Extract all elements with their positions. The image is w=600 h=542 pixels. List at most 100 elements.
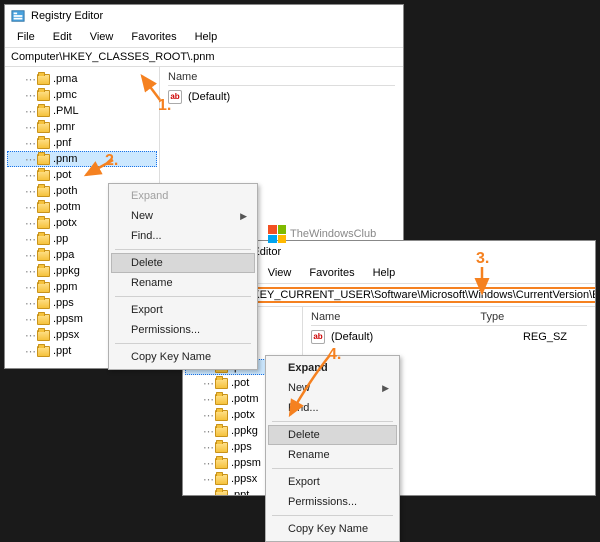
separator xyxy=(115,249,251,250)
folder-icon xyxy=(37,234,50,245)
value-type: REG_SZ xyxy=(523,331,567,343)
tree-expand-icon: ⋯ xyxy=(25,137,35,150)
menu-favorites[interactable]: Favorites xyxy=(301,265,362,281)
folder-icon xyxy=(37,250,50,261)
value-name: (Default) xyxy=(331,331,373,343)
tree-item-label: .poth xyxy=(53,185,77,197)
tree-expand-icon: ⋯ xyxy=(203,377,213,390)
value-row[interactable]: ab (Default) xyxy=(168,90,395,104)
folder-icon xyxy=(37,170,50,181)
menu-favorites[interactable]: Favorites xyxy=(123,29,184,45)
tree-expand-icon: ⋯ xyxy=(203,393,213,406)
tree-item-label: .pnm xyxy=(53,153,77,165)
tree-item-label: .ppsm xyxy=(53,313,83,325)
folder-icon xyxy=(37,122,50,133)
tree-expand-icon: ⋯ xyxy=(25,345,35,358)
separator xyxy=(272,468,393,469)
ctx-find[interactable]: Find... xyxy=(268,398,397,418)
ctx-rename[interactable]: Rename xyxy=(111,273,255,293)
tree-item-label: .ppt xyxy=(53,345,71,357)
regedit-icon xyxy=(11,9,25,23)
ctx-copy-key[interactable]: Copy Key Name xyxy=(268,519,397,539)
ctx-permissions[interactable]: Permissions... xyxy=(268,492,397,512)
menu-file[interactable]: File xyxy=(9,29,43,45)
folder-icon xyxy=(37,298,50,309)
ctx-export[interactable]: Export xyxy=(268,472,397,492)
ctx-expand[interactable]: Expand xyxy=(268,358,397,378)
tree-expand-icon: ⋯ xyxy=(203,409,213,422)
tree-item-label: .pmr xyxy=(53,121,75,133)
menu-help[interactable]: Help xyxy=(365,265,404,281)
string-value-icon: ab xyxy=(168,90,182,104)
tree-item-label: .pot xyxy=(53,169,71,181)
address-bar[interactable]: Computer\HKEY_CLASSES_ROOT\.pnm xyxy=(5,48,403,67)
ctx-new[interactable]: New▶ xyxy=(111,206,255,226)
column-headers[interactable]: Name xyxy=(168,71,395,86)
folder-icon xyxy=(37,202,50,213)
folder-icon xyxy=(215,410,228,421)
tree-item[interactable]: ⋯.pot xyxy=(7,167,157,183)
folder-icon xyxy=(37,346,50,357)
ctx-permissions[interactable]: Permissions... xyxy=(111,320,255,340)
tree-expand-icon: ⋯ xyxy=(25,281,35,294)
string-value-icon: ab xyxy=(311,330,325,344)
folder-icon xyxy=(215,474,228,485)
column-headers[interactable]: Name Type xyxy=(311,311,587,326)
tree-item[interactable]: ⋯.PML xyxy=(7,103,157,119)
col-type[interactable]: Type xyxy=(480,311,504,323)
window-title: Registry Editor xyxy=(31,10,103,22)
menu-help[interactable]: Help xyxy=(187,29,226,45)
tree-expand-icon: ⋯ xyxy=(203,489,213,496)
folder-icon xyxy=(37,186,50,197)
tree-item-label: .pps xyxy=(231,441,252,453)
value-row[interactable]: ab (Default) REG_SZ xyxy=(311,330,587,344)
ctx-copy-key[interactable]: Copy Key Name xyxy=(111,347,255,367)
folder-icon xyxy=(215,426,228,437)
value-name: (Default) xyxy=(188,91,230,103)
ctx-export[interactable]: Export xyxy=(111,300,255,320)
tree-item-label: .pps xyxy=(53,297,74,309)
menu-view[interactable]: View xyxy=(82,29,122,45)
tree-item-label: .potm xyxy=(231,393,259,405)
tree-item[interactable]: ⋯.pmc xyxy=(7,87,157,103)
tree-expand-icon: ⋯ xyxy=(25,153,35,166)
tree-expand-icon: ⋯ xyxy=(25,201,35,214)
separator xyxy=(272,515,393,516)
tree-expand-icon: ⋯ xyxy=(25,249,35,262)
tree-item-label: .ppa xyxy=(53,249,74,261)
chevron-right-icon: ▶ xyxy=(240,211,247,222)
tree-expand-icon: ⋯ xyxy=(25,217,35,230)
separator xyxy=(272,421,393,422)
tree-item[interactable]: ⋯ .pnf xyxy=(7,135,157,151)
col-name[interactable]: Name xyxy=(168,71,197,83)
tree-expand-icon: ⋯ xyxy=(203,441,213,454)
ctx-find[interactable]: Find... xyxy=(111,226,255,246)
ctx-rename[interactable]: Rename xyxy=(268,445,397,465)
tree-item[interactable]: ⋯.pmr xyxy=(7,119,157,135)
folder-icon xyxy=(215,490,228,496)
addr-highlighted: HKEY_CURRENT_USER\Software\Microsoft\Win… xyxy=(240,287,595,303)
ctx-delete[interactable]: Delete xyxy=(111,253,255,273)
tree-item-label: .pp xyxy=(53,233,68,245)
menu-view[interactable]: View xyxy=(260,265,300,281)
title-bar: Registry Editor xyxy=(5,5,403,27)
menu-edit[interactable]: Edit xyxy=(45,29,80,45)
separator xyxy=(115,296,251,297)
folder-icon xyxy=(215,394,228,405)
tree-expand-icon: ⋯ xyxy=(25,329,35,342)
chevron-right-icon: ▶ xyxy=(382,383,389,394)
tree-item-label: .pnf xyxy=(53,137,71,149)
tree-item[interactable]: ⋯.pma xyxy=(7,71,157,87)
tree-item-label: .ppsm xyxy=(231,457,261,469)
tree-item[interactable]: ⋯ .pnm xyxy=(7,151,157,167)
tree-item-label: .ppsx xyxy=(231,473,257,485)
ctx-delete[interactable]: Delete xyxy=(268,425,397,445)
tree-expand-icon: ⋯ xyxy=(25,233,35,246)
context-menu-2: Expand New▶ Find... Delete Rename Export… xyxy=(265,355,400,542)
context-menu-1: Expand New▶ Find... Delete Rename Export… xyxy=(108,183,258,370)
ctx-expand: Expand xyxy=(111,186,255,206)
tree-expand-icon: ⋯ xyxy=(203,425,213,438)
col-name[interactable]: Name xyxy=(311,311,340,323)
ctx-new[interactable]: New▶ xyxy=(268,378,397,398)
tree-item-label: .potx xyxy=(53,217,77,229)
